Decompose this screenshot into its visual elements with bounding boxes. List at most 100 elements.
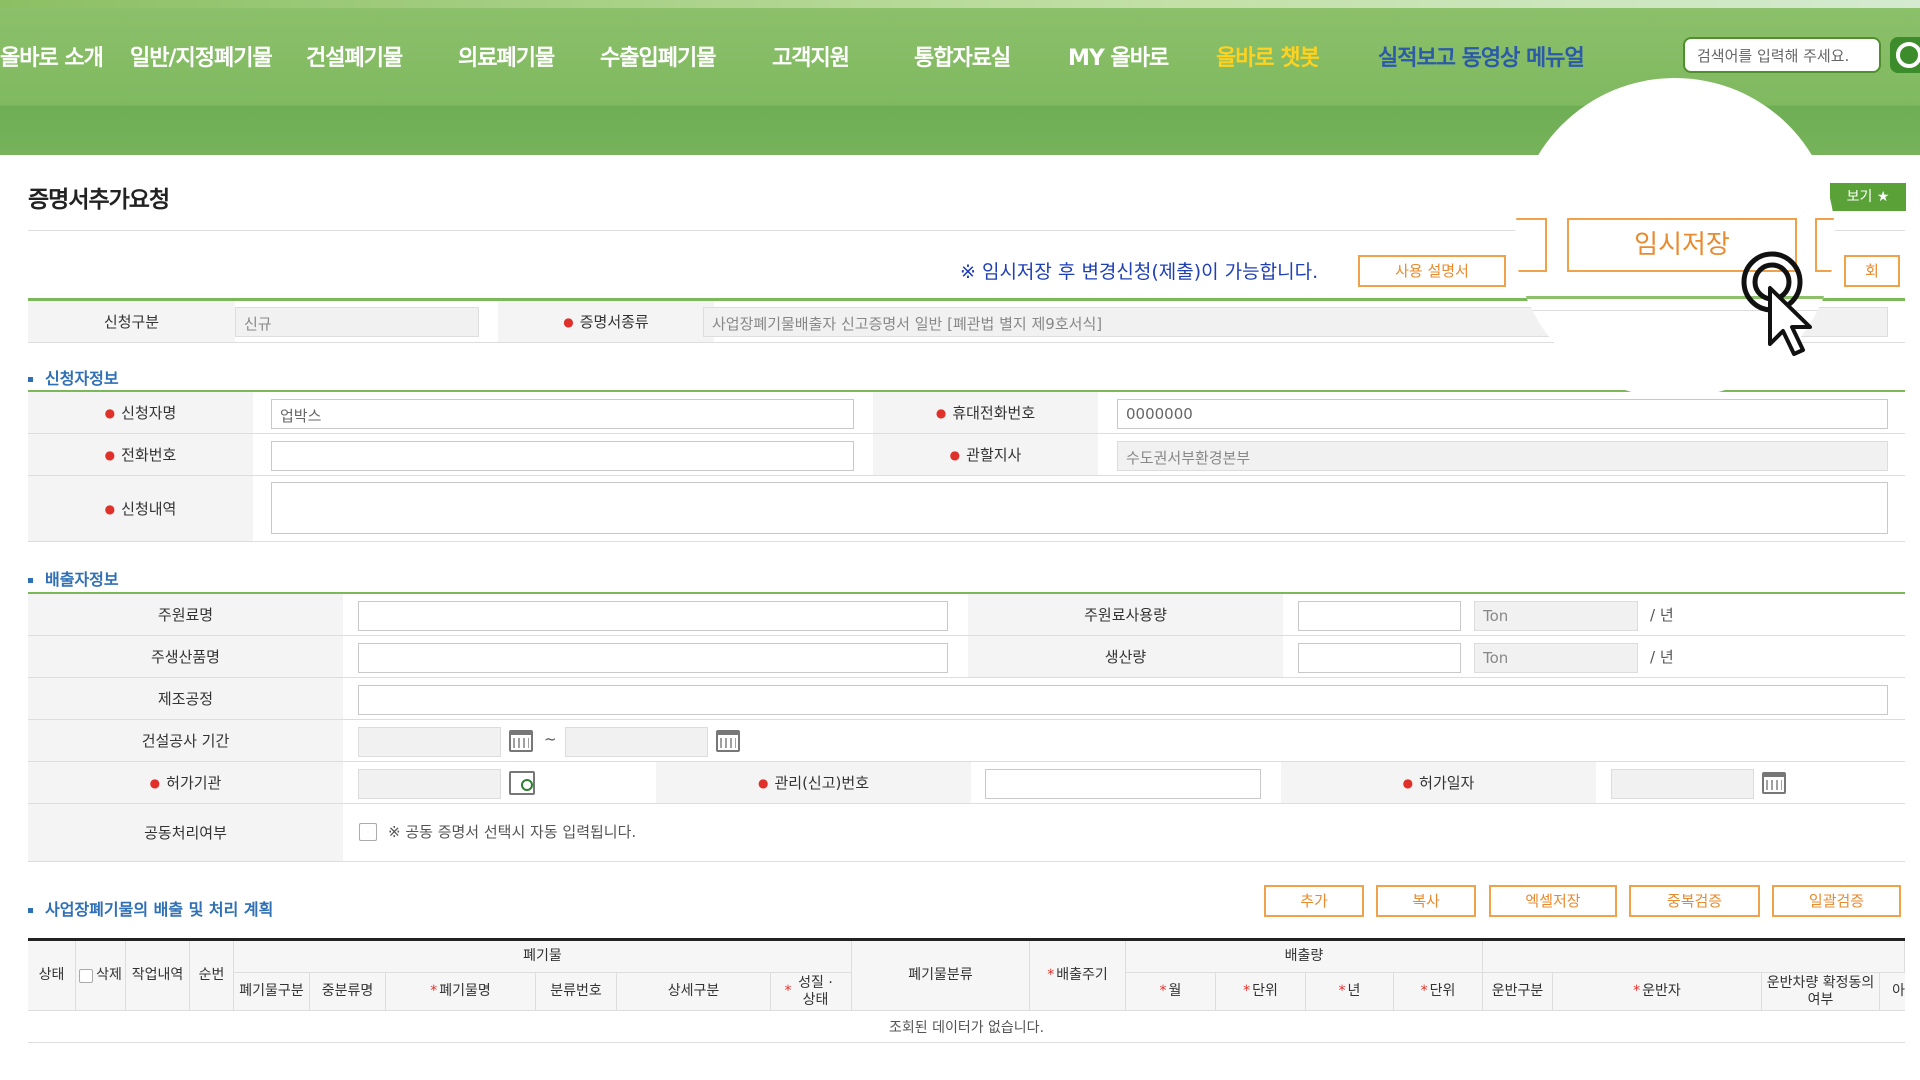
add-button[interactable]: 추가 [1264,885,1364,917]
construction-period-label: 건설공사 기간 [28,720,343,761]
required-dot: ● [104,501,116,516]
emitter-section-label: 배출자정보 [45,570,119,589]
name-label-cell: ● 신청자명 [28,392,253,433]
period-start-input[interactable] [358,727,501,757]
select-all-checkbox[interactable] [79,968,94,983]
search-input[interactable]: 검색어를 입력해 주세요. [1683,37,1881,73]
col-waste-type: 폐기물구분 [234,973,310,1011]
required-mark: * [784,983,792,999]
required-dot: ● [949,447,961,462]
required-mark: * [1420,983,1428,999]
menu-item-chatbot[interactable]: 올바로 챗봇 [1216,40,1320,72]
required-dot: ● [935,405,947,420]
emitter-row-1: 주원료명 주원료사용량 Ton / 년 [28,594,1905,636]
applicant-row-1: ● 신청자명 업박스 ● 휴대전화번호 0000000 [28,392,1905,434]
permit-date-input[interactable] [1611,769,1754,799]
applicant-row-3: ● 신청내역 [28,476,1905,542]
menu-item-medical[interactable]: 의료폐기물 [458,40,555,72]
page-title: 증명서추가요청 [28,187,170,213]
required-dot: ● [104,447,116,462]
col-waste-group: 폐기물 [234,941,852,973]
required-mark: * [1047,967,1055,983]
manual-button[interactable]: 사용 설명서 [1358,255,1506,287]
detail-label-cell: ● 신청내역 [28,476,253,541]
joint-label: 공동처리여부 [28,804,343,861]
mobile-input[interactable]: 0000000 [1117,399,1888,429]
applicant-name-input[interactable]: 업박스 [271,399,854,429]
cert-type-label: 증명서종류 [579,313,649,331]
joint-checkbox[interactable] [359,823,377,841]
col-waste-name: 폐기물명 [439,983,491,999]
menu-item-library[interactable]: 통합자료실 [914,40,1011,72]
excel-save-button[interactable]: 엑셀저장 [1489,885,1617,917]
required-mark: * [1243,983,1251,999]
col-transport-group [1483,941,1905,973]
apply-type-field: 신규 [235,307,479,337]
menu-item-import-export[interactable]: 수출입폐기물 [600,40,716,72]
click-cursor-icon [1741,251,1812,356]
menu-item-intro[interactable]: 올바로 소개 [0,40,104,72]
name-label: 신청자명 [121,404,177,422]
required-dot: ● [563,314,574,329]
material-usage-input[interactable] [1298,601,1461,631]
mobile-label-cell: ● 휴대전화번호 [873,392,1098,433]
col-month: 월 [1168,983,1182,999]
mgmt-no-label-cell: ● 관리(신고)번호 [656,762,971,803]
emitter-row-3: 제조공정 [28,678,1905,720]
search-button[interactable] [1890,37,1920,73]
material-input[interactable] [358,601,948,631]
required-dot: ● [149,775,161,790]
menu-item-general-waste[interactable]: 일반/지정폐기물 [130,40,273,72]
detail-label: 신청내역 [121,500,177,518]
menu-item-my[interactable]: MY 올바로 [1068,40,1169,72]
permit-org-input[interactable] [358,769,501,799]
col-year: 년 [1347,983,1361,999]
calendar-icon[interactable] [509,730,533,752]
menu-item-video-manual[interactable]: 실적보고 동영상 메뉴얼 [1378,40,1585,72]
period-end-input[interactable] [565,727,708,757]
cert-type-label-cell: ● 증명서종류 [498,301,714,342]
col-transport-type: 운반구분 [1483,973,1553,1011]
permit-date-label-cell: ● 허가일자 [1281,762,1596,803]
process-input[interactable] [358,685,1888,715]
required-mark: * [1338,983,1346,999]
copy-button[interactable]: 복사 [1376,885,1476,917]
production-label: 생산량 [968,636,1283,677]
col-delete-cell: 삭제 [76,941,126,1011]
batch-check-button[interactable]: 일괄검증 [1772,885,1901,917]
col-delete: 삭제 [96,967,122,983]
detail-textarea[interactable] [271,482,1888,534]
col-cycle: 배출주기 [1056,967,1108,983]
menu-item-construction[interactable]: 건설폐기물 [306,40,403,72]
production-input[interactable] [1298,643,1461,673]
product-input[interactable] [358,643,948,673]
process-label: 제조공정 [28,678,343,719]
nav-top-strip [0,0,1920,8]
zoom-partial-left-button [1515,218,1547,272]
emitter-row-2: 주생산품명 생산량 Ton / 년 [28,636,1905,678]
col-partial: 아 [1880,973,1905,1011]
view-button[interactable]: 보기 ★ [1830,183,1906,211]
bullet-icon [28,578,33,583]
plan-grid: 상태 삭제 작업내역 순번 폐기물 폐기물구분 중분류명 * 폐기물명 분류번호 … [28,938,1905,1080]
col-property-cell: * 성질 · 상태 [771,973,852,1011]
mgmt-no-input[interactable] [985,769,1261,799]
product-label: 주생산품명 [28,636,343,677]
applicant-section-title: 신청자정보 [28,365,119,389]
col-waste-class: 폐기물분류 [852,941,1030,1011]
material-usage-label: 주원료사용량 [968,594,1283,635]
menu-item-support[interactable]: 고객지원 [772,40,850,72]
required-mark: * [430,983,438,999]
phone-input[interactable] [271,441,854,471]
col-vehicle: 운반차량 확정동의 여부 [1762,973,1880,1011]
joint-note: ※ 공동 증명서 선택시 자동 입력됩니다. [388,823,637,841]
calendar-icon[interactable] [716,730,740,752]
col-detail-type: 상세구분 [617,973,771,1011]
duplicate-check-button[interactable]: 중복검증 [1629,885,1760,917]
temp-save-notice: ※ 임시저장 후 변경신청(제출)이 가능합니다. [960,261,1319,283]
lookup-search-icon[interactable] [509,771,535,795]
calendar-icon[interactable] [1762,772,1786,794]
partial-button[interactable]: 회 [1844,255,1900,287]
branch-label-cell: ● 관할지사 [873,434,1098,475]
material-label: 주원료명 [28,594,343,635]
